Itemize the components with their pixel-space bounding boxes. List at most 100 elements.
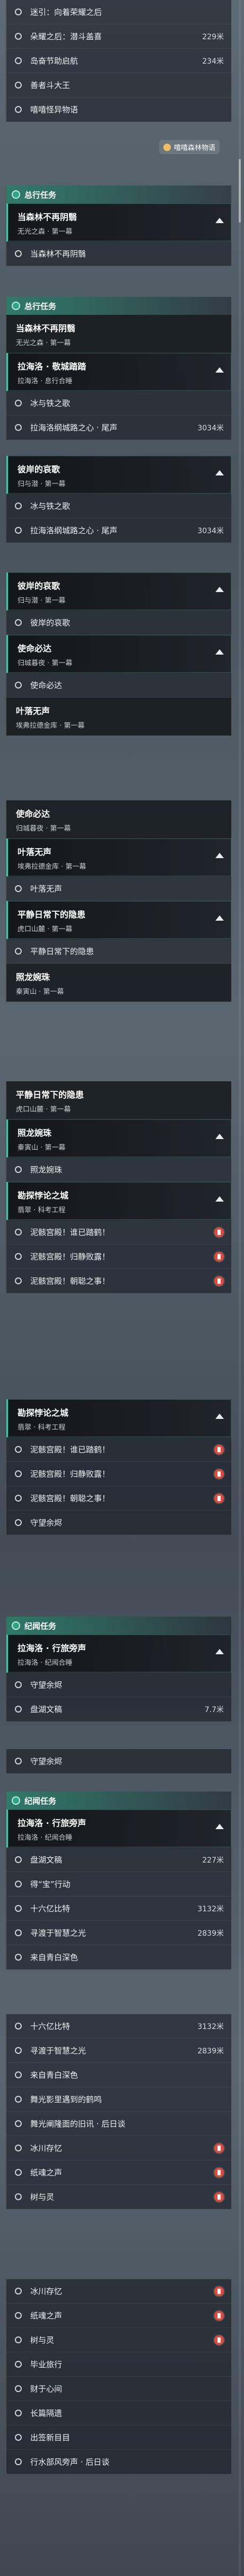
radio-icon — [15, 1758, 22, 1765]
list-item[interactable]: 纸魂之声 — [6, 2304, 231, 2328]
quest-panel: 守望余烬 — [5, 1749, 231, 1774]
list-item[interactable]: 平静日常下的隐患 — [6, 939, 231, 964]
track-icon[interactable] — [215, 649, 224, 655]
list-item[interactable]: 出签新目目 — [6, 2425, 231, 2450]
quest-card[interactable]: 照龙婉珠 秦寅山 · 第一幕 — [6, 1119, 231, 1158]
list-item[interactable]: 盘湖文稿 227米 — [6, 1848, 231, 1872]
list-item[interactable]: 行水部风旁声 · 后日谈 — [6, 2450, 231, 2474]
list-item[interactable]: 寻渡于智慧之光 2839米 — [6, 2039, 231, 2063]
radio-icon — [15, 400, 22, 407]
track-icon[interactable] — [215, 915, 224, 921]
radio-icon — [15, 2096, 22, 2103]
list-item[interactable]: 迷引：向着荣耀之后 — [6, 0, 231, 24]
track-icon[interactable] — [215, 1823, 224, 1829]
list-item[interactable]: 冰与铁之歌 — [6, 494, 231, 518]
list-item[interactable]: 舞光影里遇到的鹤鸣 — [6, 2087, 231, 2112]
list-item[interactable]: 来自青白深色 — [6, 2063, 231, 2087]
list-item[interactable]: 树与灵 — [6, 2185, 231, 2209]
star-icon — [163, 144, 171, 151]
list-item[interactable]: 毕业旅行 — [6, 2352, 231, 2377]
list-item[interactable]: 当森林不再阴翳 — [6, 242, 231, 266]
track-icon[interactable] — [215, 1648, 224, 1654]
quest-card[interactable]: 使命必达 归城暮夜 · 第一幕 — [6, 635, 231, 673]
list-item[interactable]: 舞光阐隆面的旧讯 · 后日谈 — [6, 2112, 231, 2136]
list-item[interactable]: 使命必达 — [6, 673, 231, 698]
list-item[interactable]: 长篇隔遗 — [6, 2401, 231, 2425]
list-item[interactable]: 泥骸宫殿！谁已踏鹤！ — [6, 1220, 231, 1245]
radio-icon — [15, 527, 22, 534]
list-item[interactable]: 泥骸宫殿！归静败露！ — [6, 1245, 231, 1269]
radio-icon — [15, 2336, 22, 2343]
quest-icon — [12, 1621, 20, 1630]
list-item[interactable]: 树与灵 — [6, 2328, 231, 2352]
quest-card[interactable]: 勘探悖论之城 翡翠 · 科考工程 — [6, 1399, 231, 1437]
track-icon[interactable] — [215, 1196, 224, 1202]
list-item[interactable]: 泥骸宫殿！朝聪之事！ — [6, 1269, 231, 1293]
quest-card[interactable]: 使命必达 归城暮夜 · 第一幕 — [6, 800, 231, 839]
list-item[interactable]: 拉海洛纲城路之心 · 尾声 3034米 — [6, 416, 231, 440]
list-item[interactable]: 泥骸宫殿！归静败露！ — [6, 1462, 231, 1486]
list-item[interactable]: 寻渡于智慧之光 2839米 — [6, 1921, 231, 1945]
radio-icon — [15, 1277, 22, 1284]
list-item[interactable]: 泥骸宫殿！谁已踏鹤！ — [6, 1437, 231, 1462]
list-item[interactable]: 守望余烬 — [6, 1673, 231, 1697]
quest-card[interactable]: 彼岸的哀歌 归与潜 · 第一幕 — [6, 456, 231, 494]
list-item[interactable]: 守望余烬 — [6, 1749, 231, 1774]
radio-icon — [15, 1954, 22, 1961]
radio-icon — [15, 2385, 22, 2392]
quest-card[interactable]: 叶落无声 埃弗拉德金库 · 第一幕 — [6, 839, 231, 877]
list-item[interactable]: 嘻嘻怪异物语 — [6, 98, 231, 122]
track-icon[interactable] — [215, 217, 224, 223]
track-icon[interactable] — [215, 367, 224, 373]
radio-icon — [15, 2193, 22, 2200]
list-item[interactable]: 财于心间 — [6, 2377, 231, 2401]
quest-card[interactable]: 照龙婉珠 秦寅山 · 第一幕 — [6, 964, 231, 1002]
list-item[interactable]: 冰川存忆 — [6, 2279, 231, 2304]
list-item[interactable]: 得“宝”行动 — [6, 1872, 231, 1896]
list-item[interactable]: 彼岸的哀歌 — [6, 611, 231, 635]
radio-icon — [15, 1495, 22, 1502]
list-item[interactable]: 十六亿比特 3132米 — [6, 1896, 231, 1921]
quest-card[interactable]: 拉海洛 · 行旅旁声 拉海洛 · 纪闻合睡 — [6, 1810, 231, 1848]
quest-card[interactable]: 当森林不再阴翳 无光之森 · 第一幕 — [6, 204, 231, 242]
list-item[interactable]: 泥骸宫殿！朝聪之事！ — [6, 1486, 231, 1511]
list-item[interactable]: 叶落无声 — [6, 877, 231, 901]
scrollbar-thumb[interactable] — [239, 159, 241, 223]
track-icon[interactable] — [215, 470, 224, 475]
list-item[interactable]: 善者斗大王 — [6, 73, 231, 98]
list-item[interactable]: 来自青白深色 — [6, 1945, 231, 1970]
quest-card[interactable]: 叶落无声 埃弗拉德金库 · 第一幕 — [6, 698, 231, 736]
list-item[interactable]: 岛奋节助启航 234米 — [6, 49, 231, 73]
quest-icon — [12, 302, 20, 310]
quest-icon — [12, 190, 20, 199]
list-item[interactable]: 守望余烬 — [6, 1511, 231, 1535]
scrollbar-track[interactable] — [239, 0, 241, 2576]
radio-icon — [15, 2071, 22, 2078]
track-icon[interactable] — [215, 852, 224, 858]
list-item[interactable]: 盘湖文稿 7.7米 — [6, 1697, 231, 1722]
map-marker-icon — [214, 1444, 224, 1454]
track-icon[interactable] — [215, 586, 224, 592]
quest-card[interactable]: 平静日常下的隐患 虎口山麓 · 第一幕 — [6, 1081, 231, 1119]
track-icon[interactable] — [215, 1133, 224, 1139]
quest-card[interactable]: 拉海洛 · 敬城踏踏 拉海洛 · 息行合睡 — [6, 353, 231, 391]
list-item[interactable]: 十六亿比特 3132米 — [6, 2014, 231, 2039]
list-item[interactable]: 纸魂之声 — [6, 2160, 231, 2185]
list-item[interactable]: 拉海洛纲城路之心 · 尾声 3034米 — [6, 518, 231, 543]
list-item[interactable]: 冰与铁之歌 — [6, 391, 231, 416]
map-marker-icon — [214, 1276, 224, 1286]
map-marker-icon — [214, 2335, 224, 2345]
radio-icon — [15, 8, 22, 15]
list-item[interactable]: 朵耀之后：潜斗盖喜 229米 — [6, 24, 231, 49]
quest-card[interactable]: 拉海洛 · 行旅旁声 拉海洛 · 纪闻合睡 — [6, 1635, 231, 1673]
track-icon[interactable] — [215, 1413, 224, 1419]
list-item[interactable]: 冰川存忆 — [6, 2136, 231, 2160]
list-item[interactable]: 照龙婉珠 — [6, 1158, 231, 1182]
quest-card[interactable]: 勘探悖论之城 翡翠 · 科考工程 — [6, 1182, 231, 1220]
quest-panel-top: 迷引：向着荣耀之后 朵耀之后：潜斗盖喜 229米 岛奋节助启航 234米 善者斗大王… — [5, 0, 231, 122]
quest-card[interactable]: 彼岸的哀歌 归与潜 · 第一幕 — [6, 572, 231, 611]
map-marker-icon — [214, 2286, 224, 2296]
quest-card[interactable]: 当森林不再阴翳 无光之森 · 第一幕 — [6, 315, 231, 353]
radio-icon — [15, 502, 22, 509]
quest-card[interactable]: 平静日常下的隐患 虎口山麓 · 第一幕 — [6, 901, 231, 939]
